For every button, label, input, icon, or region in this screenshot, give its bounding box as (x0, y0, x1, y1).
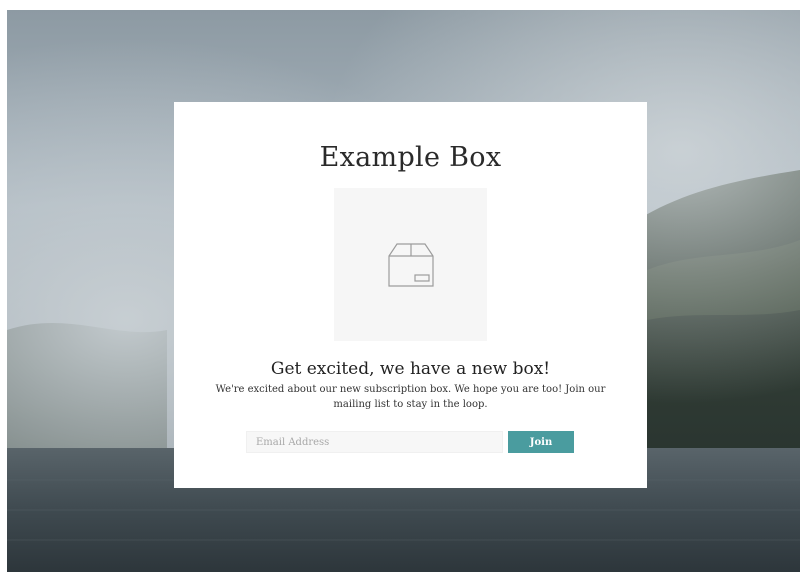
box-icon (388, 243, 434, 287)
subscription-popup: Example Box Get excited, we have a new b… (174, 102, 647, 488)
page-background: Example Box Get excited, we have a new b… (7, 10, 800, 572)
popup-title: Example Box (319, 142, 502, 173)
email-input[interactable] (246, 431, 503, 453)
join-button[interactable]: Join (508, 431, 574, 453)
signup-form: Join (246, 431, 574, 453)
popup-heading: Get excited, we have a new box! (270, 359, 551, 379)
popup-description: We're excited about our new subscription… (215, 384, 606, 410)
product-image-placeholder (334, 188, 487, 341)
